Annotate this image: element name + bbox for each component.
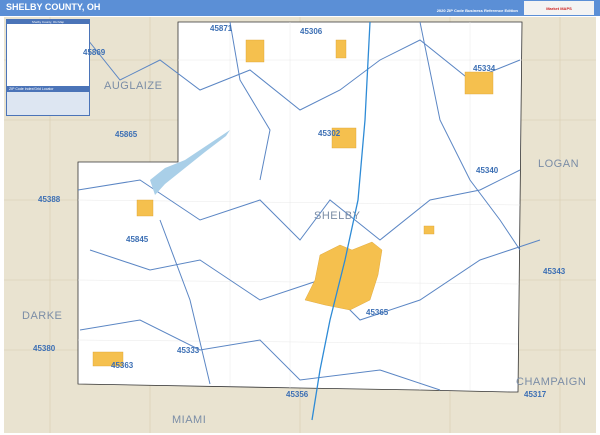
header-bar: SHELBY COUNTY, OH 2020 ZIP Code Business…: [0, 0, 600, 16]
city-fort-loramie: [136, 199, 154, 217]
zip-label: 45871: [210, 24, 233, 33]
zip-label: 45334: [473, 64, 496, 73]
zip-label: 45865: [115, 130, 138, 139]
zip-label: 45333: [177, 346, 200, 355]
map-canvas[interactable]: [4, 17, 596, 433]
publisher-logo: Market MAPS: [524, 1, 594, 15]
county-label-champaign: CHAMPAIGN: [516, 376, 587, 388]
county-label-shelby: SHELBY: [314, 210, 361, 222]
zip-label: 45343: [543, 267, 566, 276]
legend-title: Shelby County, OH Map: [7, 20, 89, 24]
map-title: SHELBY COUNTY, OH: [6, 2, 101, 12]
county-label-darke: DARKE: [22, 310, 63, 322]
county-label-logan: LOGAN: [538, 158, 580, 170]
zip-label: 45302: [318, 129, 341, 138]
zip-label: 45340: [476, 166, 499, 175]
zip-label: 45845: [126, 235, 149, 244]
edition-label: 2020 ZIP Code Business Reference Edition: [436, 8, 518, 13]
zip-label: 45380: [33, 344, 56, 353]
city-port-jefferson: [423, 225, 435, 235]
county-label-auglaize: AUGLAIZE: [104, 80, 163, 92]
zip-index-title: ZIP Code Index/Grid Locator: [7, 87, 89, 92]
zip-label: 45363: [111, 361, 134, 370]
zip-label: 45365: [366, 308, 389, 317]
zip-label: 45317: [524, 390, 547, 399]
zip-label: 45869: [83, 48, 106, 57]
zip-index: ZIP Code Index/Grid Locator: [6, 86, 90, 116]
city-jackson-center: [464, 71, 494, 95]
county-label-miami: MIAMI: [172, 414, 207, 426]
city-botkins: [335, 39, 347, 59]
map-legend: Shelby County, OH Map: [6, 19, 90, 87]
city-minster: [245, 39, 265, 63]
zip-label: 45388: [38, 195, 61, 204]
zip-label: 45356: [286, 390, 309, 399]
zip-label: 45306: [300, 27, 323, 36]
